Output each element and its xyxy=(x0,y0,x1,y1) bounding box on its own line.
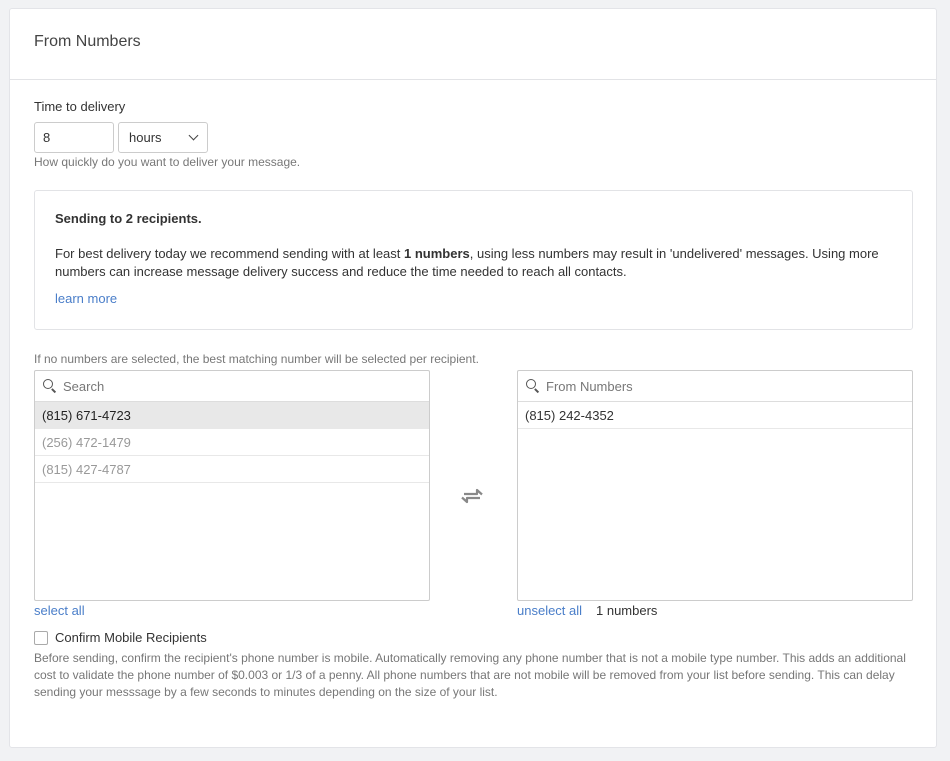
time-to-delivery-label: Time to delivery xyxy=(34,99,126,114)
delivery-help-text: How quickly do you want to deliver your … xyxy=(34,155,301,169)
from-numbers-card: From Numbers Time to delivery hours How … xyxy=(9,8,937,748)
delivery-unit-value: hours xyxy=(129,130,162,145)
unselect-all-link[interactable]: unselect all xyxy=(517,603,582,618)
available-numbers-list: Search (815) 671-4723 (256) 472-1479 (81… xyxy=(34,370,430,601)
recommendation-text-start: For best delivery today we recommend sen… xyxy=(55,246,405,261)
recipients-summary: Sending to 2 recipients. xyxy=(55,211,202,226)
selection-note: If no numbers are selected, the best mat… xyxy=(34,352,479,366)
confirm-mobile-label[interactable]: Confirm Mobile Recipients xyxy=(55,630,207,645)
available-number-item[interactable]: (815) 427-4787 xyxy=(35,456,429,483)
selected-numbers-list: From Numbers (815) 242-4352 xyxy=(517,370,913,601)
search-icon xyxy=(43,379,57,393)
card-title: From Numbers xyxy=(34,33,141,50)
recommendation-text: For best delivery today we recommend sen… xyxy=(55,245,892,281)
selected-count: 1 numbers xyxy=(596,603,658,618)
transfer-arrows-icon[interactable] xyxy=(460,487,484,505)
confirm-mobile-help: Before sending, confirm the recipient's … xyxy=(34,651,906,699)
confirm-mobile-checkbox[interactable] xyxy=(34,630,48,645)
selected-search-bar[interactable]: From Numbers xyxy=(518,371,912,402)
select-all-link[interactable]: select all xyxy=(34,603,85,618)
available-number-item[interactable]: (256) 472-1479 xyxy=(35,429,429,456)
selected-search-input[interactable]: From Numbers xyxy=(546,379,633,394)
chevron-down-icon xyxy=(188,130,199,141)
delivery-unit-select[interactable]: hours xyxy=(118,122,208,153)
learn-more-link[interactable]: learn more xyxy=(55,291,117,306)
time-to-delivery-input[interactable] xyxy=(34,122,114,153)
available-search-input[interactable]: Search xyxy=(63,379,104,394)
available-search-bar[interactable]: Search xyxy=(35,371,429,402)
available-number-item[interactable]: (815) 671-4723 xyxy=(35,402,429,429)
selected-number-item[interactable]: (815) 242-4352 xyxy=(518,402,912,429)
search-icon xyxy=(526,379,540,393)
confirm-mobile-row[interactable]: Confirm Mobile Recipients xyxy=(34,630,207,645)
card-header: From Numbers xyxy=(10,9,936,80)
recommendation-box: Sending to 2 recipients. For best delive… xyxy=(34,190,913,330)
recommended-numbers: 1 numbers xyxy=(404,246,470,261)
